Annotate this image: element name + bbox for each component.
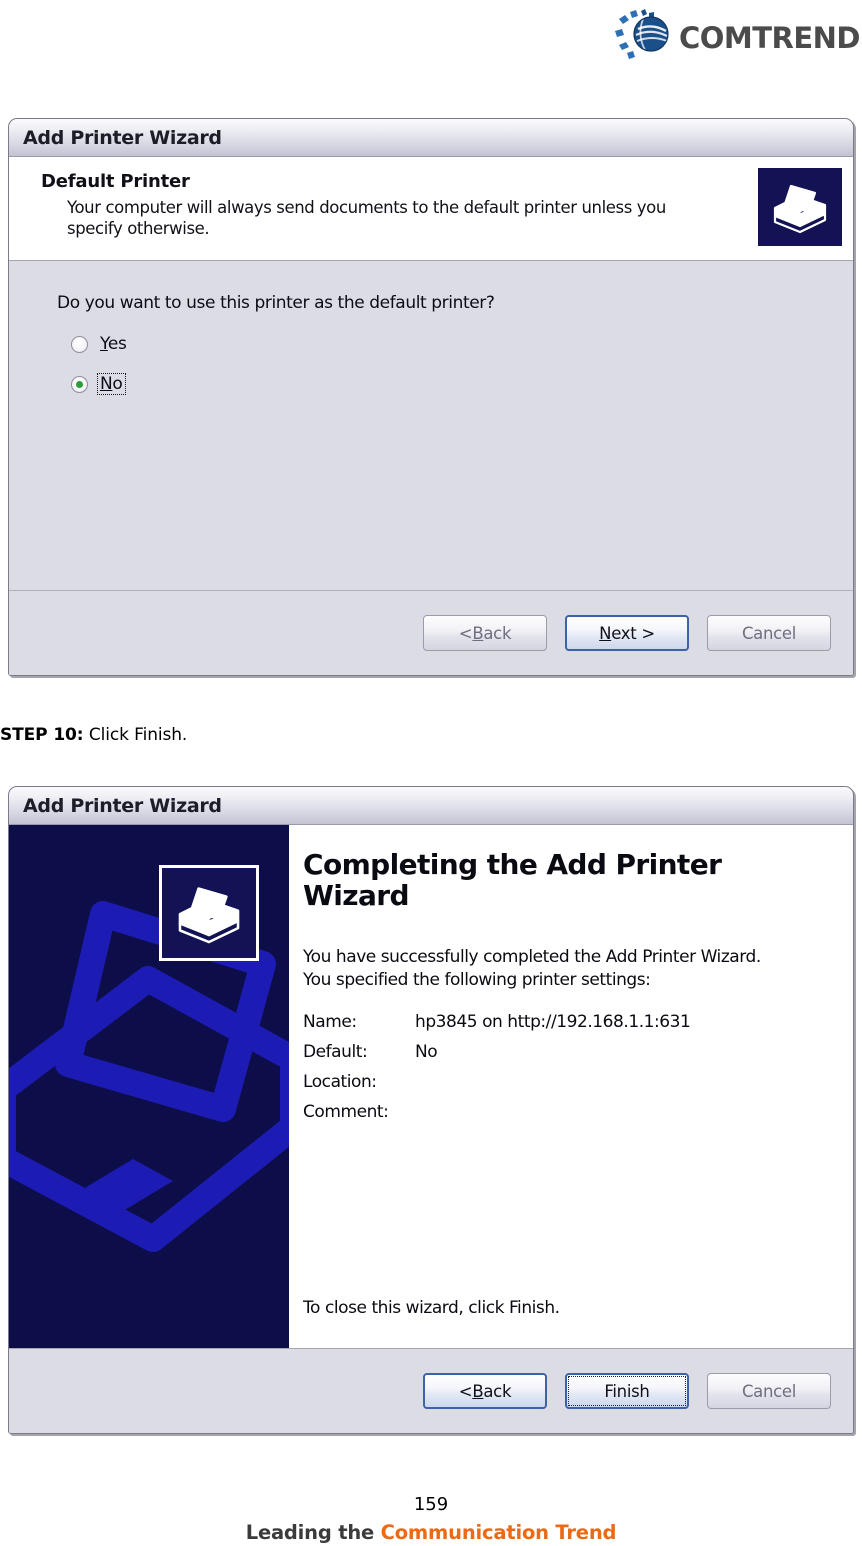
dialog1-header-subtitle: Your computer will always send documents…: [67, 198, 666, 239]
printer-settings-summary: Name: hp3845 on http://192.168.1.1:631 D…: [303, 1011, 691, 1132]
dialog2-button-bar: < Back Finish Cancel: [9, 1349, 853, 1433]
finish-button[interactable]: Finish: [565, 1373, 689, 1409]
dialog1-title: Add Printer Wizard: [23, 126, 222, 149]
dialog2-main: Completing the Add Printer Wizard You ha…: [9, 825, 853, 1349]
settings-row: Name: hp3845 on http://192.168.1.1:631: [303, 1011, 691, 1042]
tagline-part1: Leading the: [245, 1521, 381, 1544]
dialog1-header-band: Default Printer Your computer will alway…: [9, 157, 853, 261]
brand-logo: COMTREND: [613, 9, 861, 61]
next-button[interactable]: Next >: [565, 615, 689, 651]
setting-label-comment: Comment:: [303, 1101, 389, 1122]
settings-row: Comment:: [303, 1102, 690, 1132]
radio-no-label: No: [97, 373, 126, 395]
tagline-part3: Trend: [555, 1521, 617, 1544]
dialog2-paragraph-line1: You have successfully completed the Add …: [303, 946, 761, 967]
cancel-button[interactable]: Cancel: [707, 1373, 831, 1409]
dialog2-paragraph: You have successfully completed the Add …: [303, 946, 833, 992]
radio-option-no[interactable]: No: [71, 371, 853, 397]
radio-yes-indicator[interactable]: [71, 335, 88, 353]
back-button[interactable]: < Back: [423, 1373, 547, 1409]
dialog1-titlebar[interactable]: Add Printer Wizard: [9, 119, 853, 157]
settings-row: Default: No: [303, 1042, 690, 1072]
setting-value-default: No: [415, 1041, 438, 1062]
dialog2-heading: Completing the Add Printer Wizard: [303, 848, 722, 913]
brand-header: COMTREND: [562, 0, 862, 70]
setting-label-name: Name:: [303, 1011, 357, 1032]
setting-value-comment: [415, 1102, 690, 1132]
tagline-part2: Communication: [380, 1521, 556, 1544]
dialog1-button-bar: < Back Next > Cancel: [9, 591, 853, 675]
add-printer-wizard-dialog-default-printer: Add Printer Wizard Default Printer Your …: [8, 118, 854, 676]
radio-option-yes[interactable]: Yes: [71, 331, 853, 357]
page-number: 159: [413, 1494, 449, 1515]
step-text: Click Finish.: [88, 725, 188, 745]
setting-value-name: hp3845 on http://192.168.1.1:631: [415, 1011, 691, 1032]
footer-tagline: Leading the Communication Trend: [0, 1521, 862, 1544]
step-caption: STEP 10: Click Finish.: [0, 725, 187, 745]
dialog1-body: Do you want to use this printer as the d…: [9, 261, 853, 591]
step-label: STEP 10:: [0, 725, 84, 745]
setting-value-location: [415, 1072, 690, 1102]
cancel-button[interactable]: Cancel: [707, 615, 831, 651]
dialog2-paragraph-line2: You specified the following printer sett…: [303, 969, 651, 990]
dialog2-titlebar[interactable]: Add Printer Wizard: [9, 787, 853, 825]
add-printer-wizard-dialog-completing: Add Printer Wizard Completing the Add Pr…: [8, 786, 854, 1434]
printer-icon: [162, 868, 256, 958]
settings-row: Location:: [303, 1072, 690, 1102]
radio-no-indicator[interactable]: [71, 375, 88, 393]
dialog1-question-label: Do you want to use this printer as the d…: [57, 293, 495, 313]
dialog2-content: Completing the Add Printer Wizard You ha…: [289, 825, 853, 1348]
back-button[interactable]: < Back: [423, 615, 547, 651]
dialog1-header-title: Default Printer: [41, 171, 190, 192]
dialog2-title: Add Printer Wizard: [23, 794, 222, 817]
dialog2-closing-text: To close this wizard, click Finish.: [303, 1298, 560, 1318]
brand-wordmark: COMTREND: [678, 20, 861, 55]
comtrend-globe-logo-icon: [614, 9, 669, 59]
printer-glyph-icon: [773, 184, 827, 234]
setting-label-default: Default:: [303, 1041, 368, 1062]
dialog2-printer-icon-frame: [159, 865, 259, 961]
dialog1-printer-icon-frame: [755, 165, 845, 249]
printer-glyph-icon: [178, 887, 240, 944]
dialog2-banner: [9, 825, 289, 1348]
printer-icon: [758, 168, 842, 246]
radio-yes-label: Yes: [100, 334, 127, 354]
setting-label-location: Location:: [303, 1071, 377, 1092]
